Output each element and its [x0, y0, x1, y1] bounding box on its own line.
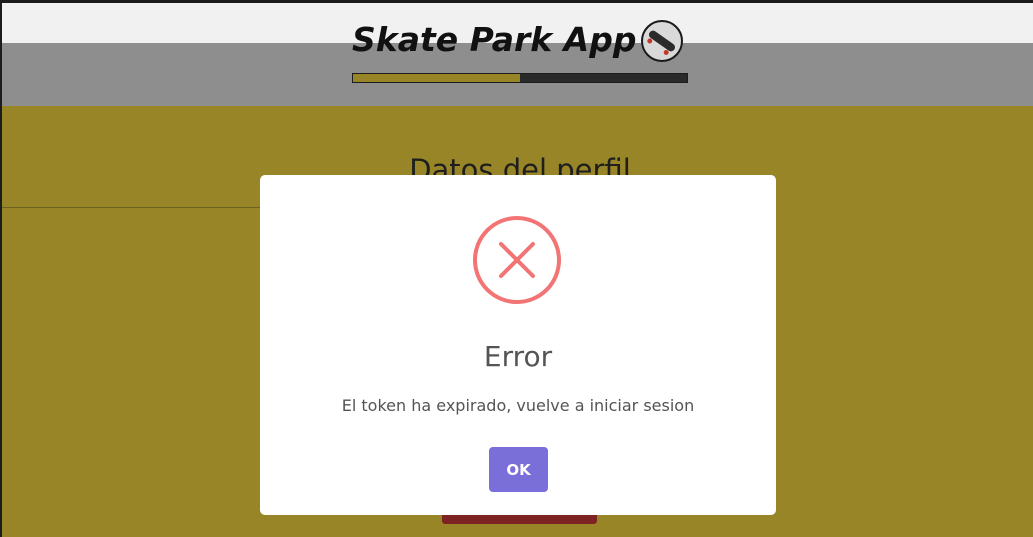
progress-bar-fill — [353, 74, 520, 82]
error-x-icon — [473, 216, 561, 304]
error-dialog: Error El token ha expirado, vuelve a ini… — [260, 175, 776, 515]
app-window: Skate Park App Datos del perfil Error El… — [2, 3, 1033, 537]
divider — [2, 207, 302, 208]
progress-bar — [352, 73, 688, 83]
dialog-title: Error — [483, 340, 553, 373]
app-title: Skate Park App — [352, 20, 637, 59]
dialog-message: El token ha expirado, vuelve a iniciar s… — [341, 396, 695, 415]
skateboard-icon — [641, 20, 683, 62]
ok-button[interactable]: OK — [489, 447, 548, 492]
